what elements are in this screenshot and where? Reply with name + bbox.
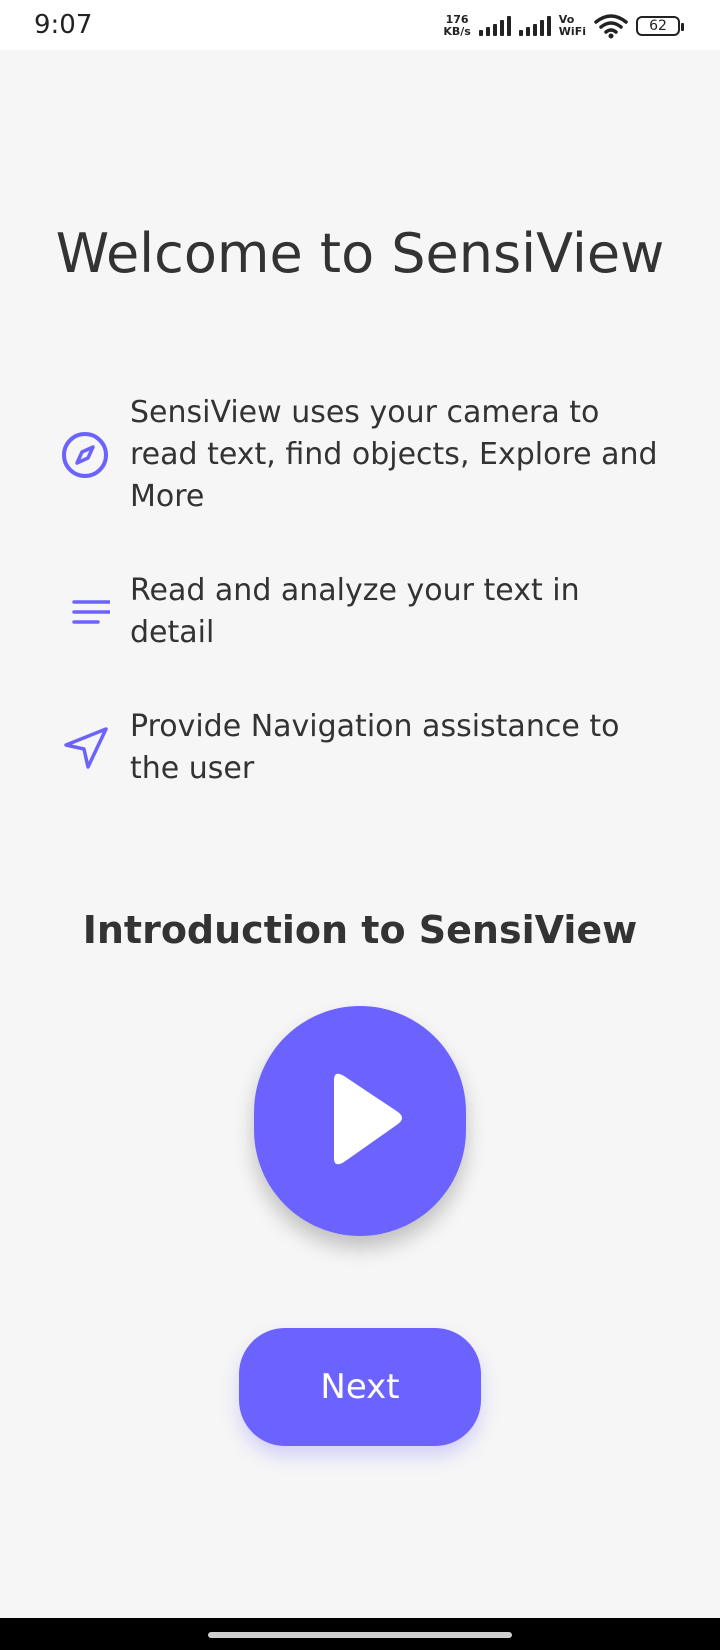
status-bar: 9:07 176 KB/s Vo WiFi 62: [0, 0, 720, 50]
navigation-arrow-icon: [60, 723, 130, 773]
status-icons: 176 KB/s Vo WiFi 62: [443, 8, 684, 44]
vowifi-indicator: Vo WiFi: [559, 14, 586, 38]
feature-item-explore: SensiView uses your camera to read text,…: [60, 392, 670, 518]
feature-text: Provide Navigation assistance to the use…: [130, 709, 620, 786]
feature-item-navigation: Provide Navigation assistance to the use…: [60, 706, 670, 790]
battery-icon: 62: [636, 16, 684, 36]
home-indicator[interactable]: [208, 1632, 512, 1638]
page-title: Welcome to SensiView: [55, 222, 665, 285]
compass-icon: [60, 430, 130, 480]
intro-heading: Introduction to SensiView: [82, 908, 638, 952]
feature-text: Read and analyze your text in detail: [130, 573, 580, 650]
text-lines-icon: [60, 592, 130, 632]
status-time: 9:07: [34, 10, 93, 40]
network-speed: 176 KB/s: [443, 14, 470, 38]
play-video-button[interactable]: [254, 1006, 466, 1236]
signal-icon: [478, 16, 511, 36]
network-speed-unit: KB/s: [443, 25, 471, 38]
wifi-icon: [594, 14, 628, 39]
next-button[interactable]: Next: [239, 1328, 481, 1446]
vowifi-wifi: WiFi: [558, 25, 586, 38]
signal-icon-2: [518, 16, 551, 36]
feature-item-read: Read and analyze your text in detail: [60, 570, 670, 654]
feature-text: SensiView uses your camera to read text,…: [130, 395, 658, 514]
play-icon: [334, 1073, 402, 1165]
